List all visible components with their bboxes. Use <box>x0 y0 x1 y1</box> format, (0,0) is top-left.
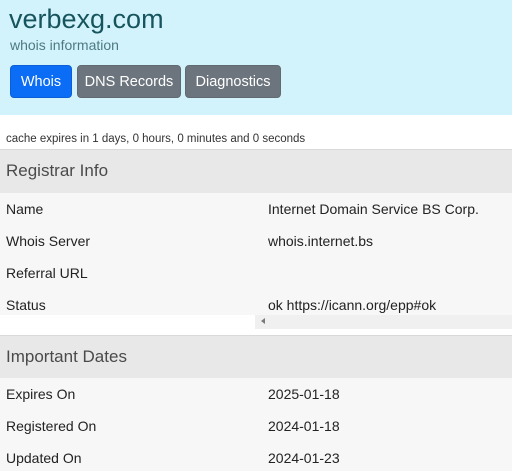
row-value: ok https://icann.org/epp#ok <box>268 297 437 313</box>
table-row: Registered On 2024-01-18 <box>0 410 512 442</box>
horizontal-scrollbar[interactable] <box>255 315 512 329</box>
row-value: 2025-01-18 <box>268 386 340 402</box>
tab-diagnostics[interactable]: Diagnostics <box>185 65 281 98</box>
registrar-info-header: Registrar Info <box>0 149 512 193</box>
table-row: Updated On 2024-01-23 <box>0 442 512 471</box>
domain-title: verbexg.com <box>9 4 164 34</box>
table-row: Expires On 2025-01-18 <box>0 378 512 410</box>
row-label: Expires On <box>6 386 76 402</box>
row-value: whois.internet.bs <box>268 233 374 249</box>
section-title: Registrar Info <box>6 161 109 180</box>
table-row: Whois Server whois.internet.bs <box>0 225 512 257</box>
row-label: Whois Server <box>6 233 91 249</box>
table-row: Name Internet Domain Service BS Corp. <box>0 193 512 225</box>
table-row: Status ok https://icann.org/epp#ok <box>0 289 512 315</box>
site-header: verbexg.com whois information Whois DNS … <box>0 0 512 115</box>
important-dates-header: Important Dates <box>0 335 512 379</box>
section-title: Important Dates <box>6 347 127 366</box>
tab-dns-records[interactable]: DNS Records <box>77 65 181 98</box>
cache-expiry-note: cache expires in 1 days, 0 hours, 0 minu… <box>6 133 306 145</box>
chevron-left-icon[interactable] <box>261 318 265 324</box>
row-value: 2024-01-23 <box>268 450 340 466</box>
row-label: Referral URL <box>6 265 88 281</box>
row-label: Updated On <box>6 450 82 466</box>
row-value: 2024-01-18 <box>268 418 340 434</box>
row-label: Registered On <box>6 418 97 434</box>
row-label: Status <box>6 297 46 313</box>
row-value: Internet Domain Service BS Corp. <box>268 201 479 217</box>
page-subtitle: whois information <box>10 37 119 53</box>
row-label: Name <box>6 201 44 217</box>
table-row: Referral URL <box>0 257 512 289</box>
tab-whois[interactable]: Whois <box>10 65 72 98</box>
